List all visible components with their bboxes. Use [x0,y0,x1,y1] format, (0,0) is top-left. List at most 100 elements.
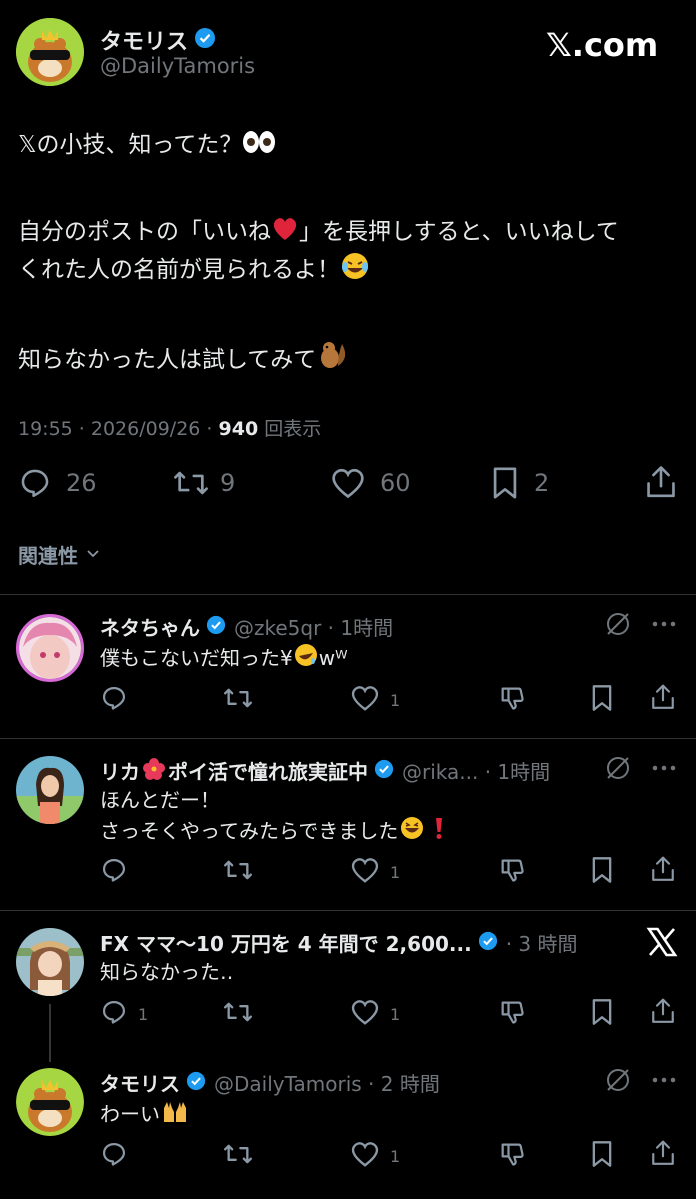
like-button[interactable]: 60 [330,466,411,500]
reply-like-count: 1 [390,1146,401,1166]
reply-like-button[interactable]: 1 [350,684,400,716]
eyes-emoji-icon [242,129,276,165]
reply-author-name-suffix[interactable]: ポイ活で憧れ旅実証中 [168,756,368,785]
verified-badge-icon [478,931,498,955]
bookmark-icon[interactable] [590,998,614,1030]
reply-button[interactable]: 26 [18,466,97,500]
reply-text-line-2: さっそくやってみたらできました [100,819,399,843]
reply-author-name[interactable]: タモリス [100,1068,180,1097]
reply-repost-button[interactable] [222,856,254,888]
reply-author-name[interactable]: FX ママ～10 万円を 4 年間で 2,600... [100,928,472,957]
like-icon [350,684,380,716]
dislike-icon[interactable] [498,684,526,716]
verified-badge-icon [194,27,216,53]
repost-count: 9 [220,469,236,497]
reply-like-button[interactable]: 1 [350,856,400,888]
bookmark-icon[interactable] [590,684,614,716]
share-icon[interactable] [650,996,676,1030]
bookmark-icon [490,466,520,500]
repost-icon [222,684,254,716]
reply-handle-time[interactable]: · 3 時間 [506,928,578,957]
author-handle[interactable]: @DailyTamoris [100,54,255,78]
reply-avatar[interactable] [16,928,84,996]
reply-text-suffix: wᵂ [318,646,348,670]
verified-badge-icon [186,1071,206,1095]
dislike-icon[interactable] [498,998,526,1030]
reply-icon [100,1140,128,1172]
like-icon [350,998,380,1030]
divider [0,910,696,911]
bookmark-icon[interactable] [590,1140,614,1172]
reply-reply-button[interactable] [100,1140,138,1172]
reply-text: わーい [100,1102,160,1126]
watermark: 𝕏.com [546,26,659,64]
author-avatar[interactable] [16,18,84,86]
share-icon[interactable] [650,854,676,888]
grok-icon[interactable] [604,1066,632,1098]
reply-like-count: 1 [390,690,401,710]
reply-reply-button[interactable]: 1 [100,998,148,1030]
grok-icon[interactable] [604,610,632,642]
verified-badge-icon [206,615,226,639]
reply-repost-button[interactable] [222,684,254,716]
chipmunk-emoji-icon [316,340,350,380]
more-options-icon[interactable] [650,756,678,784]
post-line-4: 知らなかった人は試してみて [18,347,317,373]
bookmark-icon[interactable] [590,856,614,888]
laughing-emoji-icon [340,252,370,290]
post-line-2b: 」を長押しすると、いいねして [299,219,619,245]
divider [0,594,696,595]
dislike-icon[interactable] [498,856,526,888]
repost-icon [172,466,210,500]
repost-icon [222,1140,254,1172]
sort-related-dropdown[interactable]: 関連性 [18,540,102,569]
bookmark-button[interactable]: 2 [490,466,549,500]
reply-reply-button[interactable] [100,856,138,888]
views-count: 940 [218,418,259,440]
divider [0,738,696,739]
sort-related-label: 関連性 [18,544,78,568]
more-options-icon[interactable] [650,1068,678,1096]
rofl-emoji-icon [293,642,319,676]
share-icon [644,464,678,500]
reply-repost-button[interactable] [222,998,254,1030]
reply-author-name[interactable]: ネタちゃん [100,612,200,641]
share-icon[interactable] [650,1138,676,1172]
reply-author-name[interactable]: リカ [100,756,140,785]
raised-hands-emoji-icon [160,1098,190,1132]
reply-text: 僕もこないだ知った¥ [100,646,293,670]
reply-icon [18,466,52,500]
dislike-icon[interactable] [498,1140,526,1172]
like-icon [330,466,366,500]
reply-reply-count: 1 [138,1004,149,1024]
reply-reply-button[interactable] [100,684,138,716]
reply-avatar[interactable] [16,1068,84,1136]
reply-icon [100,856,128,888]
bookmark-count: 2 [534,469,550,497]
reply-like-button[interactable]: 1 [350,998,400,1030]
grok-icon[interactable] [604,754,632,786]
share-button[interactable] [644,464,678,500]
reply-icon [100,684,128,716]
verified-badge-icon [374,759,394,783]
post-line-1: 𝕏の小技、知ってた？ [18,132,243,158]
post-timestamp[interactable]: 19:55 · 2026/09/26 · [18,418,219,440]
reply-handle-time[interactable]: @rika... · 1時間 [402,756,550,785]
reply-like-count: 1 [390,1004,401,1024]
reply-repost-button[interactable] [222,1140,254,1172]
post-line-3: くれた人の名前が見られるよ！ [18,257,340,283]
more-options-icon[interactable] [650,612,678,640]
reply-like-button[interactable]: 1 [350,1140,400,1172]
reply-icon [100,998,128,1030]
reply-like-count: 1 [390,862,401,882]
reply-handle-time[interactable]: @DailyTamoris · 2 時間 [214,1068,440,1097]
repost-icon [222,998,254,1030]
author-name[interactable]: タモリス [100,24,188,56]
share-icon[interactable] [650,682,676,716]
reply-text: 知らなかった‥ [100,960,234,984]
reply-handle-time[interactable]: @zke5qr · 1時間 [234,612,393,641]
reply-avatar[interactable] [16,614,84,682]
reply-avatar[interactable] [16,756,84,824]
repost-button[interactable]: 9 [172,466,235,500]
post-line-2a: 自分のポストの「いいね [18,219,271,245]
